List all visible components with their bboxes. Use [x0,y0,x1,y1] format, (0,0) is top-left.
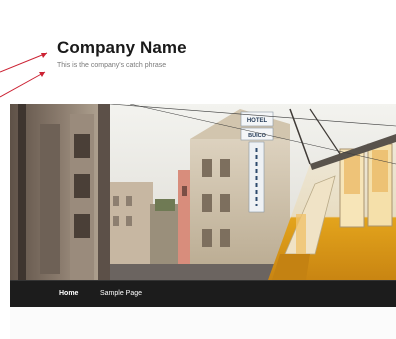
hotel-sign-sub: BUICO [248,133,266,139]
site-title[interactable]: Company Name [57,38,187,58]
nav-item-home[interactable]: Home [59,290,78,297]
site-tagline: This is the company's catch phrase [57,62,167,69]
hotel-sign-text: HOTEL [247,118,268,124]
header-banner-image: HOTEL BUICO [10,104,396,280]
nav-item-sample-page[interactable]: Sample Page [100,290,142,297]
annotation-arrows [0,52,48,98]
content-area [10,307,396,339]
street-tram-photo: HOTEL BUICO [10,104,396,280]
main-navigation: Home Sample Page [10,280,396,307]
